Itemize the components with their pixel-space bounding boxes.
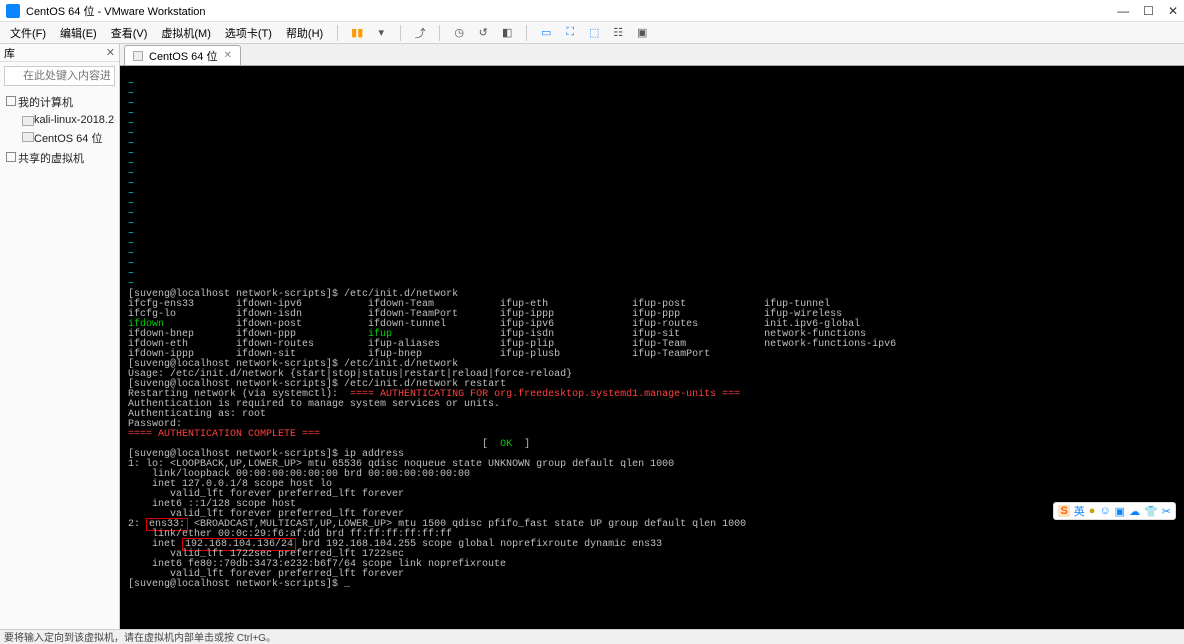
ime-shirt-icon[interactable]: 👕 <box>1144 505 1158 518</box>
close-button[interactable]: ✕ <box>1168 4 1178 18</box>
manage-icon[interactable]: ◧ <box>499 25 515 41</box>
snapshot-icon[interactable]: ◷ <box>451 25 467 41</box>
menu-tabs[interactable]: 选项卡(T) <box>219 23 278 43</box>
search-input[interactable] <box>4 66 115 86</box>
menu-help[interactable]: 帮助(H) <box>280 23 329 43</box>
dropdown-icon[interactable]: ▾ <box>373 25 389 41</box>
tree-item-centos[interactable]: CentOS 64 位 <box>20 128 115 148</box>
tab-centos[interactable]: CentOS 64 位 ✕ <box>124 45 241 65</box>
minimize-button[interactable]: — <box>1117 4 1129 18</box>
ime-smile-icon[interactable]: ☺ <box>1099 505 1110 517</box>
app-icon <box>6 4 20 18</box>
ime-cut-icon[interactable]: ✂ <box>1162 505 1171 518</box>
fullscreen-icon[interactable]: ⛶ <box>562 25 578 41</box>
sidebar-close-icon[interactable]: ✕ <box>106 46 115 59</box>
library-tree: 我的计算机 kali-linux-2018.2-vm CentOS 64 位 共… <box>0 90 119 170</box>
titlebar: CentOS 64 位 - VMware Workstation — ☐ ✕ <box>0 0 1184 22</box>
ime-cloud-icon[interactable]: ☁ <box>1129 505 1140 518</box>
status-text: 要将输入定向到该虚拟机，请在虚拟机内部单击或按 Ctrl+G。 <box>4 629 276 644</box>
maximize-button[interactable]: ☐ <box>1143 4 1154 18</box>
menu-view[interactable]: 查看(V) <box>105 23 154 43</box>
view2-icon[interactable]: ☷ <box>610 25 626 41</box>
revert-icon[interactable]: ↺ <box>475 25 491 41</box>
menu-vm[interactable]: 虚拟机(M) <box>155 23 217 43</box>
terminal[interactable]: ~ ~ ~ ~ ~ ~ ~ ~ ~ ~ ~ ~ ~ ~ ~ ~ ~ ~ ~ ~ … <box>120 66 1184 629</box>
tab-vm-icon <box>133 51 143 61</box>
tab-label: CentOS 64 位 <box>149 48 217 64</box>
menu-edit[interactable]: 编辑(E) <box>54 23 103 43</box>
ime-lang[interactable]: 英 <box>1074 503 1085 519</box>
ime-s-icon[interactable]: S <box>1058 505 1069 517</box>
menubar: 文件(F) 编辑(E) 查看(V) 虚拟机(M) 选项卡(T) 帮助(H) ▮▮… <box>0 22 1184 44</box>
pause-icon[interactable]: ▮▮ <box>349 25 365 41</box>
view3-icon[interactable]: ▣ <box>634 25 650 41</box>
sidebar: 库 ✕ 我的计算机 kali-linux-2018.2-vm CentOS 64… <box>0 44 120 629</box>
view1-icon[interactable]: ▭ <box>538 25 554 41</box>
tabstrip: CentOS 64 位 ✕ <box>120 44 1184 66</box>
tree-shared[interactable]: 共享的虚拟机 <box>4 148 115 168</box>
unity-icon[interactable]: ⬚ <box>586 25 602 41</box>
sidebar-title: 库 <box>4 45 15 61</box>
tree-item-kali[interactable]: kali-linux-2018.2-vm <box>20 112 115 128</box>
tree-root[interactable]: 我的计算机 <box>4 92 115 112</box>
menu-file[interactable]: 文件(F) <box>4 23 52 43</box>
tab-close-icon[interactable]: ✕ <box>223 50 231 61</box>
window-title: CentOS 64 位 - VMware Workstation <box>26 3 206 19</box>
ime-dot-icon[interactable]: ● <box>1089 505 1096 517</box>
send-icon[interactable]: ⤴ <box>412 25 428 41</box>
ime-toolbar[interactable]: S 英 ● ☺ ▣ ☁ 👕 ✂ <box>1053 502 1176 520</box>
ime-rect-icon[interactable]: ▣ <box>1115 505 1125 518</box>
